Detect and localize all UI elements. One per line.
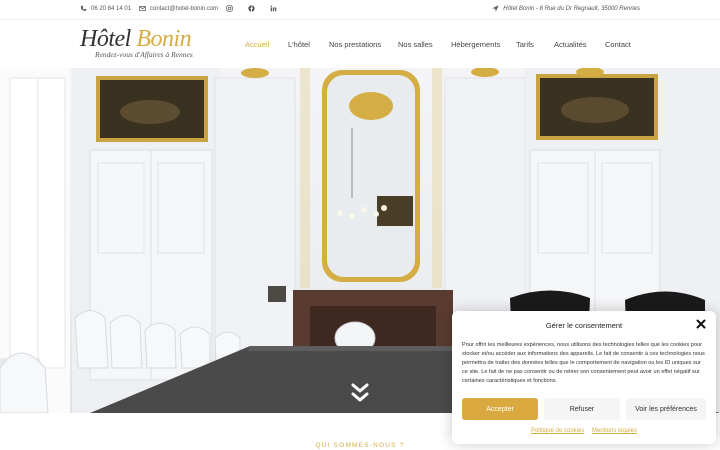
preferences-button[interactable]: Voir les préférences (626, 398, 706, 420)
nav-item-hotel[interactable]: L'hôtel (288, 40, 310, 49)
mail-icon (139, 6, 146, 11)
top-bar: 06 20 84 14 01 contact@hotel-bonin.com H… (0, 0, 720, 19)
nav-item-hebergements[interactable]: Hébergements (451, 40, 500, 49)
cookie-consent-dialog: Gérer le consentement Pour offrir les me… (452, 311, 716, 444)
location-arrow-icon (492, 5, 499, 12)
nav-item-accueil[interactable]: Accueil (245, 40, 269, 49)
phone-link[interactable]: 06 20 84 14 01 (80, 5, 131, 12)
cookie-policy-link[interactable]: Politique de cookies (531, 428, 584, 434)
logo-tagline: Rendez-vous d'Affaires à Rennes (95, 50, 193, 59)
refuse-button[interactable]: Refuser (544, 398, 620, 420)
instagram-icon[interactable] (226, 5, 233, 12)
nav-item-contact[interactable]: Contact (605, 40, 631, 49)
linkedin-icon[interactable] (270, 5, 277, 12)
email-address: contact@hotel-bonin.com (150, 5, 219, 12)
logo-word-bonin: Bonin (136, 26, 192, 52)
nav-item-prestations[interactable]: Nos prestations (329, 40, 381, 49)
nav-item-salles[interactable]: Nos salles (398, 40, 433, 49)
nav-item-actualites[interactable]: Actualités (554, 40, 587, 49)
phone-number: 06 20 84 14 01 (91, 5, 132, 12)
consent-text: Pour offrir les meilleures expériences, … (462, 342, 705, 384)
consent-title: Gérer le consentement (545, 321, 623, 330)
hotel-address: Hôtel Bonin - 8 Rue du Dr Regnault, 3500… (503, 5, 640, 12)
consent-links: Politique de cookies Mentions légales (452, 428, 716, 434)
accept-button[interactable]: Accepter (462, 398, 538, 420)
email-link[interactable]: contact@hotel-bonin.com (139, 5, 218, 12)
phone-icon (80, 5, 87, 11)
site-logo[interactable]: Hôtel Bonin Rendez-vous d'Affaires à Ren… (80, 26, 210, 66)
nav-item-tarifs[interactable]: Tarifs (516, 40, 534, 49)
facebook-icon[interactable] (248, 5, 255, 12)
close-icon[interactable] (696, 319, 706, 329)
legal-notice-link[interactable]: Mentions légales (592, 428, 637, 434)
double-chevron-down-icon[interactable] (351, 382, 369, 404)
logo-word-hotel: Hôtel (80, 26, 131, 52)
site-header: Hôtel Bonin Rendez-vous d'Affaires à Ren… (0, 19, 720, 68)
